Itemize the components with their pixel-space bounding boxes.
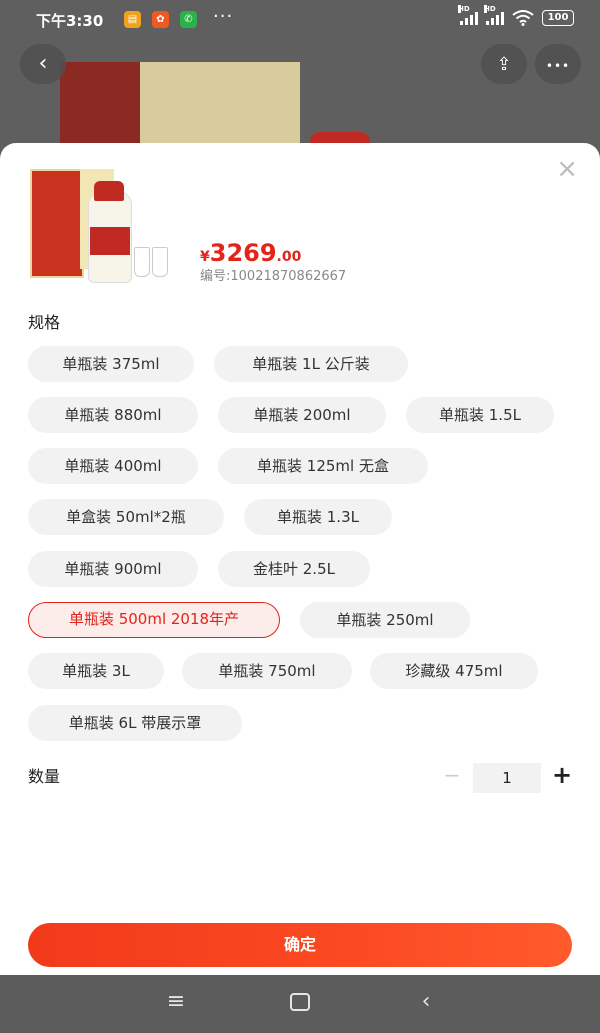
menu-icon: ≡	[166, 989, 186, 1014]
thumbnail-glass	[152, 247, 168, 277]
product-thumbnail	[30, 169, 170, 283]
screen: 下午3:30 ▤ ✿ ✆ ··· HD HD 100 ‹ ⇪ ••• × ¥32…	[0, 0, 600, 1033]
spec-option[interactable]: 单瓶装 900ml	[28, 551, 198, 587]
quantity-decrease-button[interactable]: −	[440, 763, 464, 787]
quantity-input[interactable]: 1	[473, 763, 541, 793]
thumbnail-bottle-cap	[94, 181, 124, 201]
system-navigation-bar: ≡ ‹	[0, 975, 600, 1033]
spec-option[interactable]: 单瓶装 1L 公斤装	[214, 346, 408, 382]
thumbnail-box	[30, 169, 84, 278]
battery-icon: 100	[542, 10, 574, 26]
spec-option[interactable]: 珍藏级 475ml	[370, 653, 538, 689]
sku-number: 编号:10021870862667	[200, 269, 347, 284]
back-icon: ‹	[421, 989, 431, 1014]
spec-option-selected[interactable]: 单瓶装 500ml 2018年产	[28, 602, 280, 638]
chevron-left-icon: ‹	[38, 51, 48, 76]
more-notifications-icon: ···	[213, 6, 234, 27]
minus-icon: −	[443, 763, 461, 787]
taobao-app-icon: ✿	[152, 11, 169, 28]
spec-option[interactable]: 单瓶装 1.3L	[244, 499, 392, 535]
quantity-increase-button[interactable]: +	[550, 761, 574, 789]
sku-selection-sheet: × ¥3269.00 编号:10021870862667 规格 单瓶装 375m…	[0, 143, 600, 975]
price-decimal: .00	[276, 249, 302, 265]
thumbnail-bottle-label	[90, 227, 130, 255]
spec-option[interactable]: 单瓶装 200ml	[218, 397, 386, 433]
plus-icon: +	[551, 761, 573, 789]
more-button[interactable]: •••	[535, 44, 581, 84]
home-icon	[290, 993, 310, 1011]
status-bar: 下午3:30 ▤ ✿ ✆ ··· HD HD 100	[0, 0, 600, 40]
phone-app-icon: ✆	[180, 11, 197, 28]
nav-menu-button[interactable]: ≡	[156, 989, 196, 1014]
signal-icon: HD	[458, 5, 478, 25]
spec-option[interactable]: 单瓶装 6L 带展示罩	[28, 705, 242, 741]
confirm-button[interactable]: 确定	[28, 923, 572, 967]
spec-option[interactable]: 单瓶装 750ml	[182, 653, 352, 689]
nav-home-button[interactable]	[280, 989, 320, 1017]
spec-option[interactable]: 单瓶装 880ml	[28, 397, 198, 433]
nav-back-button[interactable]: ‹	[406, 989, 446, 1014]
wifi-icon	[512, 10, 534, 26]
spec-option[interactable]: 单瓶装 1.5L	[406, 397, 554, 433]
spec-option[interactable]: 单瓶装 400ml	[28, 448, 198, 484]
price-integer: 3269	[209, 239, 277, 267]
status-time: 下午3:30	[36, 12, 104, 30]
message-app-icon: ▤	[124, 11, 141, 28]
share-icon: ⇪	[496, 54, 512, 75]
close-icon: ×	[556, 154, 578, 184]
spec-option[interactable]: 单瓶装 3L	[28, 653, 164, 689]
close-button[interactable]: ×	[556, 154, 578, 184]
spec-option[interactable]: 单瓶装 125ml 无盒	[218, 448, 428, 484]
thumbnail-glass	[134, 247, 150, 277]
background-product-box	[140, 62, 300, 152]
network-label: HD	[458, 5, 470, 13]
back-button[interactable]: ‹	[20, 44, 66, 84]
spec-option[interactable]: 金桂叶 2.5L	[218, 551, 370, 587]
product-price: ¥3269.00	[200, 239, 301, 267]
spec-option[interactable]: 单瓶装 375ml	[28, 346, 194, 382]
status-indicators: HD HD 100	[458, 5, 574, 26]
signal-icon-2: HD	[484, 5, 504, 25]
spec-option[interactable]: 单盒装 50ml*2瓶	[28, 499, 224, 535]
price-currency: ¥	[200, 249, 210, 265]
more-icon: •••	[545, 59, 571, 73]
quantity-section-title: 数量	[28, 767, 61, 786]
spec-section-title: 规格	[28, 313, 61, 332]
network-label-2: HD	[484, 5, 496, 13]
share-button[interactable]: ⇪	[481, 44, 527, 84]
spec-option[interactable]: 单瓶装 250ml	[300, 602, 470, 638]
